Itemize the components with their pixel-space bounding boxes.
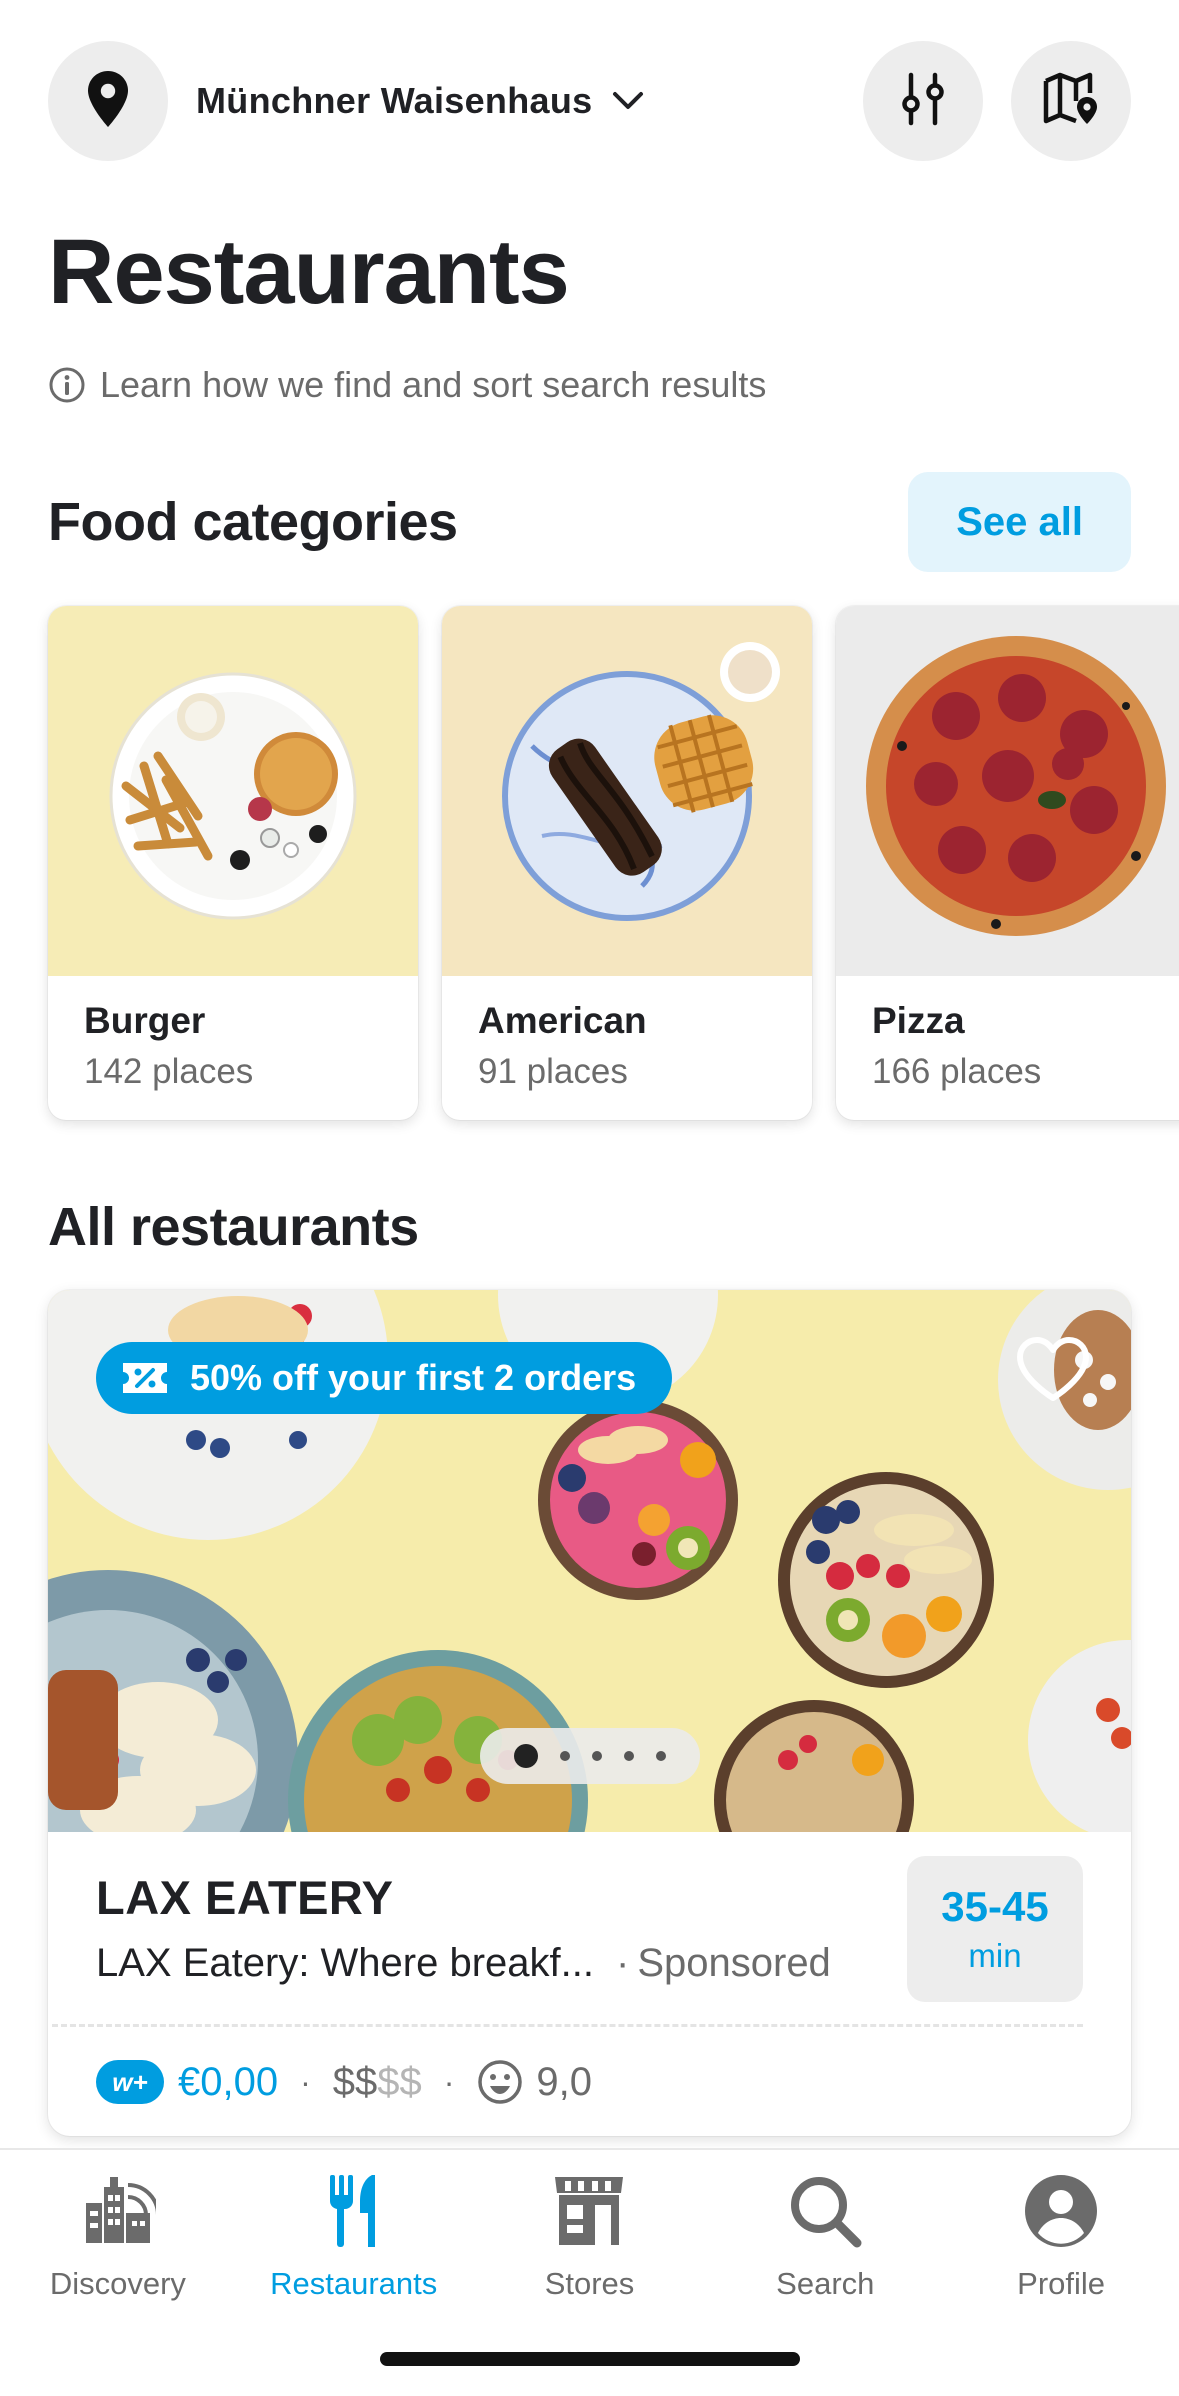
promo-badge: 50% off your first 2 orders: [96, 1342, 673, 1414]
restaurant-image: 50% off your first 2 orders: [48, 1290, 1131, 1832]
nav-label: Restaurants: [270, 2266, 438, 2301]
nav-item-discovery[interactable]: Discovery: [0, 2168, 236, 2326]
category-card-pizza[interactable]: Pizza 166 places: [836, 606, 1179, 1120]
carousel-dot[interactable]: [624, 1751, 634, 1761]
category-count: 166 places: [872, 1052, 1042, 1091]
category-name: Burger: [84, 1000, 206, 1041]
separator: ·: [616, 1941, 630, 1985]
category-carousel[interactable]: Burger 142 places American 91 places Piz…: [48, 606, 1179, 1120]
bottom-navigation: Discovery Restaurants Stores Search Prof…: [0, 2148, 1179, 2396]
sponsored-label: Sponsored: [637, 1941, 831, 1985]
nav-label: Profile: [1017, 2266, 1106, 2301]
category-name: Pizza: [872, 1000, 965, 1041]
delivery-fee: €0,00: [178, 2059, 279, 2104]
food-categories-header: Food categories See all: [48, 472, 1131, 572]
category-count: 142 places: [84, 1052, 254, 1091]
carousel-dot[interactable]: [592, 1751, 602, 1761]
nav-item-search[interactable]: Search: [707, 2168, 943, 2326]
fork-knife-icon: [324, 2168, 384, 2254]
all-restaurants-title: All restaurants: [48, 1197, 419, 1257]
location-label[interactable]: Münchner Waisenhaus: [196, 80, 592, 122]
price-level-inactive: $$: [377, 2059, 422, 2104]
promo-text: 50% off your first 2 orders: [190, 1357, 637, 1398]
separator: ·: [300, 2063, 311, 2100]
restaurant-meta: w+ €0,00 · $$ $$ · 9,0: [48, 2027, 1131, 2136]
restaurant-info: LAX EATERY LAX Eatery: Where breakf... ·…: [48, 1832, 1131, 2024]
home-indicator: [380, 2352, 800, 2366]
delivery-time-unit: min: [968, 1937, 1022, 1974]
map-pin-icon: [83, 69, 133, 134]
price-level-active: $$: [332, 2059, 378, 2104]
profile-icon: [1023, 2168, 1099, 2254]
category-card-burger[interactable]: Burger 142 places: [48, 606, 418, 1120]
nav-label: Stores: [544, 2266, 635, 2301]
learn-sorting-text: Learn how we find and sort search result…: [100, 364, 767, 405]
discovery-icon: [80, 2168, 156, 2254]
map-view-button[interactable]: [1011, 41, 1131, 161]
delivery-time: 35-45: [941, 1883, 1049, 1930]
rating: 9,0: [476, 2058, 592, 2106]
food-categories-title: Food categories: [48, 492, 458, 552]
separator: ·: [443, 2063, 455, 2100]
header: Münchner Waisenhaus: [48, 40, 1131, 162]
delivery-time-badge: 35-45 min: [907, 1856, 1083, 2002]
rating-value: 9,0: [536, 2059, 593, 2104]
pizza-image: [836, 606, 1179, 976]
map-icon: [1042, 71, 1100, 132]
location-button[interactable]: [48, 41, 168, 161]
category-count: 91 places: [478, 1052, 628, 1091]
voucher-icon: [120, 1360, 170, 1396]
store-icon: [551, 2168, 627, 2254]
filter-button[interactable]: [863, 41, 983, 161]
nav-label: Search: [776, 2266, 875, 2301]
wolt-plus-badge: w+: [96, 2060, 164, 2104]
nav-item-stores[interactable]: Stores: [472, 2168, 708, 2326]
nav-item-profile[interactable]: Profile: [943, 2168, 1179, 2326]
chevron-down-icon[interactable]: [612, 91, 644, 111]
category-name: American: [478, 1000, 647, 1041]
learn-sorting-link[interactable]: Learn how we find and sort search result…: [48, 364, 766, 406]
restaurant-description: LAX Eatery: Where breakf...: [96, 1941, 594, 1985]
smiley-icon: [476, 2058, 524, 2106]
filter-sliders-icon: [900, 71, 946, 132]
category-card-american[interactable]: American 91 places: [442, 606, 812, 1120]
info-icon: [48, 366, 86, 404]
heart-icon[interactable]: [1015, 1336, 1091, 1409]
carousel-dot[interactable]: [514, 1744, 538, 1768]
nav-label: Discovery: [49, 2266, 186, 2301]
nav-item-restaurants[interactable]: Restaurants: [236, 2168, 472, 2326]
american-image: [442, 606, 812, 976]
carousel-dot[interactable]: [560, 1751, 570, 1761]
see-all-button[interactable]: See all: [908, 472, 1131, 572]
all-restaurants-header: All restaurants: [48, 1196, 1131, 1258]
restaurant-card[interactable]: 50% off your first 2 orders LAX EATERY L…: [48, 1290, 1131, 2136]
burger-image: [48, 606, 418, 976]
page-title: Restaurants: [48, 221, 570, 323]
search-icon: [787, 2168, 863, 2254]
carousel-dots[interactable]: [480, 1728, 700, 1784]
carousel-dot[interactable]: [656, 1751, 666, 1761]
